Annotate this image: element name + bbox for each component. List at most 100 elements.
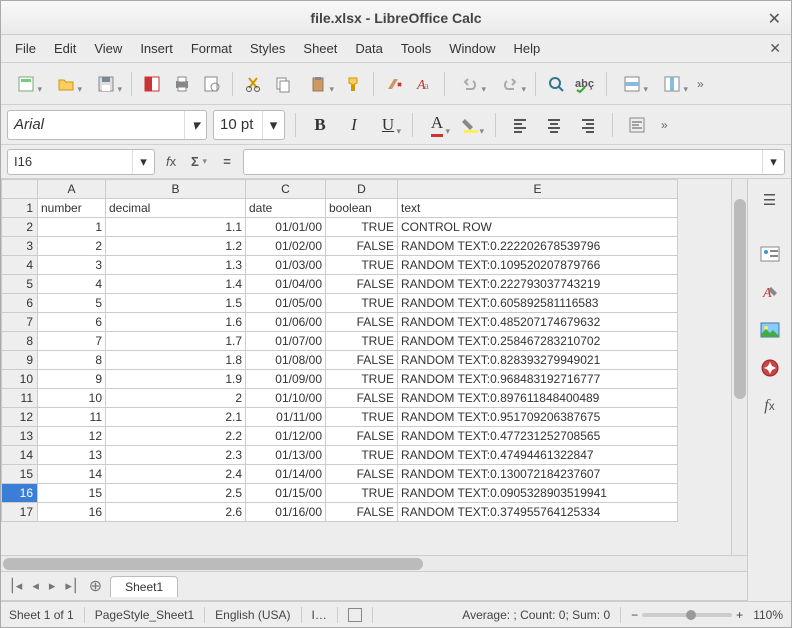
row-header[interactable]: 14 [2, 446, 38, 465]
cell[interactable]: 2.4 [106, 465, 246, 484]
font-size-combo[interactable]: 10 pt ▾ [213, 110, 285, 140]
column-button[interactable] [653, 70, 691, 98]
highlight-color-button[interactable] [457, 111, 485, 139]
cell[interactable]: 1.4 [106, 275, 246, 294]
cell[interactable]: 2.1 [106, 408, 246, 427]
row-header[interactable]: 13 [2, 427, 38, 446]
cell[interactable]: RANDOM TEXT:0.828393279949021 [398, 351, 678, 370]
cell[interactable]: TRUE [326, 484, 398, 503]
menu-data[interactable]: Data [347, 37, 390, 60]
next-sheet-icon[interactable]: ▸ [47, 578, 58, 594]
row-header[interactable]: 5 [2, 275, 38, 294]
cell[interactable]: 01/02/00 [246, 237, 326, 256]
cell[interactable]: RANDOM TEXT:0.605892581116583 [398, 294, 678, 313]
export-pdf-button[interactable] [138, 70, 166, 98]
cell[interactable]: 10 [38, 389, 106, 408]
menu-edit[interactable]: Edit [46, 37, 84, 60]
row-header[interactable]: 12 [2, 408, 38, 427]
sheet-tab[interactable]: Sheet1 [110, 576, 178, 597]
spellcheck-button[interactable]: abç [572, 70, 600, 98]
menu-file[interactable]: File [7, 37, 44, 60]
cell[interactable]: 8 [38, 351, 106, 370]
cell[interactable]: 13 [38, 446, 106, 465]
add-sheet-icon[interactable]: ⊕ [87, 576, 104, 596]
cell[interactable]: TRUE [326, 408, 398, 427]
styles-panel-icon[interactable]: A [755, 277, 785, 307]
dropdown-icon[interactable]: ▾ [262, 111, 284, 139]
cell[interactable]: RANDOM TEXT:0.485207174679632 [398, 313, 678, 332]
cell[interactable]: 1.9 [106, 370, 246, 389]
clear-formatting-button[interactable] [380, 70, 408, 98]
cell[interactable]: RANDOM TEXT:0.897611848400489 [398, 389, 678, 408]
cell[interactable]: 16 [38, 503, 106, 522]
zoom-level[interactable]: 110% [753, 608, 783, 622]
font-family-combo[interactable]: Arial ▾ [7, 110, 207, 140]
cell[interactable]: 01/03/00 [246, 256, 326, 275]
cell[interactable]: 01/05/00 [246, 294, 326, 313]
cell[interactable]: 01/07/00 [246, 332, 326, 351]
dropdown-icon[interactable]: ▾ [184, 111, 206, 139]
font-color-button[interactable]: A [423, 111, 451, 139]
dropdown-icon[interactable]: ▾ [762, 150, 784, 174]
cell[interactable]: RANDOM TEXT:0.0905328903519941 [398, 484, 678, 503]
cell[interactable]: 01/12/00 [246, 427, 326, 446]
column-header[interactable]: C [246, 180, 326, 199]
cell[interactable]: 01/15/00 [246, 484, 326, 503]
format-overflow-icon[interactable]: » [657, 118, 672, 132]
cell[interactable]: FALSE [326, 237, 398, 256]
bold-button[interactable]: B [306, 111, 334, 139]
cell-reference-input[interactable]: I16 ▾ [7, 149, 155, 175]
cell[interactable]: 1.2 [106, 237, 246, 256]
find-button[interactable] [542, 70, 570, 98]
cell[interactable]: 01/10/00 [246, 389, 326, 408]
row-button[interactable] [613, 70, 651, 98]
cell[interactable]: FALSE [326, 389, 398, 408]
cell[interactable]: 5 [38, 294, 106, 313]
align-center-button[interactable] [540, 111, 568, 139]
functions-panel-icon[interactable]: fx [755, 391, 785, 421]
window-close-icon[interactable]: ✕ [768, 9, 781, 29]
cell[interactable]: 1.1 [106, 218, 246, 237]
cell[interactable]: TRUE [326, 446, 398, 465]
cell[interactable]: 4 [38, 275, 106, 294]
menu-tools[interactable]: Tools [393, 37, 439, 60]
equals-icon[interactable]: = [215, 150, 239, 174]
cell[interactable]: date [246, 199, 326, 218]
cell[interactable]: 01/09/00 [246, 370, 326, 389]
align-left-button[interactable] [506, 111, 534, 139]
cell[interactable]: 01/11/00 [246, 408, 326, 427]
formula-input[interactable]: ▾ [243, 149, 785, 175]
menu-help[interactable]: Help [505, 37, 548, 60]
cell[interactable]: 01/01/00 [246, 218, 326, 237]
cell[interactable]: 6 [38, 313, 106, 332]
row-header[interactable]: 10 [2, 370, 38, 389]
save-button[interactable] [87, 70, 125, 98]
cell[interactable]: text [398, 199, 678, 218]
row-header[interactable]: 3 [2, 237, 38, 256]
document-close-icon[interactable]: ✕ [769, 40, 781, 57]
cell[interactable]: RANDOM TEXT:0.222202678539796 [398, 237, 678, 256]
cell[interactable]: FALSE [326, 465, 398, 484]
row-header[interactable]: 9 [2, 351, 38, 370]
copy-button[interactable] [269, 70, 297, 98]
column-header[interactable]: B [106, 180, 246, 199]
cell[interactable]: FALSE [326, 351, 398, 370]
status-selection-mode[interactable] [348, 608, 362, 622]
toolbar-overflow-icon[interactable]: » [693, 77, 708, 91]
menu-styles[interactable]: Styles [242, 37, 293, 60]
row-header[interactable]: 1 [2, 199, 38, 218]
underline-button[interactable]: U [374, 111, 402, 139]
gallery-panel-icon[interactable] [755, 315, 785, 345]
row-header[interactable]: 15 [2, 465, 38, 484]
cell[interactable]: 12 [38, 427, 106, 446]
cell[interactable]: TRUE [326, 294, 398, 313]
cell[interactable]: RANDOM TEXT:0.968483192716777 [398, 370, 678, 389]
cell[interactable]: 2.5 [106, 484, 246, 503]
cell[interactable]: RANDOM TEXT:0.258467283210702 [398, 332, 678, 351]
cell[interactable]: RANDOM TEXT:0.130072184237607 [398, 465, 678, 484]
cell[interactable]: 15 [38, 484, 106, 503]
first-sheet-icon[interactable]: ⎮◂ [7, 578, 24, 594]
zoom-control[interactable]: − + [631, 608, 743, 622]
row-header[interactable]: 16 [2, 484, 38, 503]
redo-button[interactable] [491, 70, 529, 98]
